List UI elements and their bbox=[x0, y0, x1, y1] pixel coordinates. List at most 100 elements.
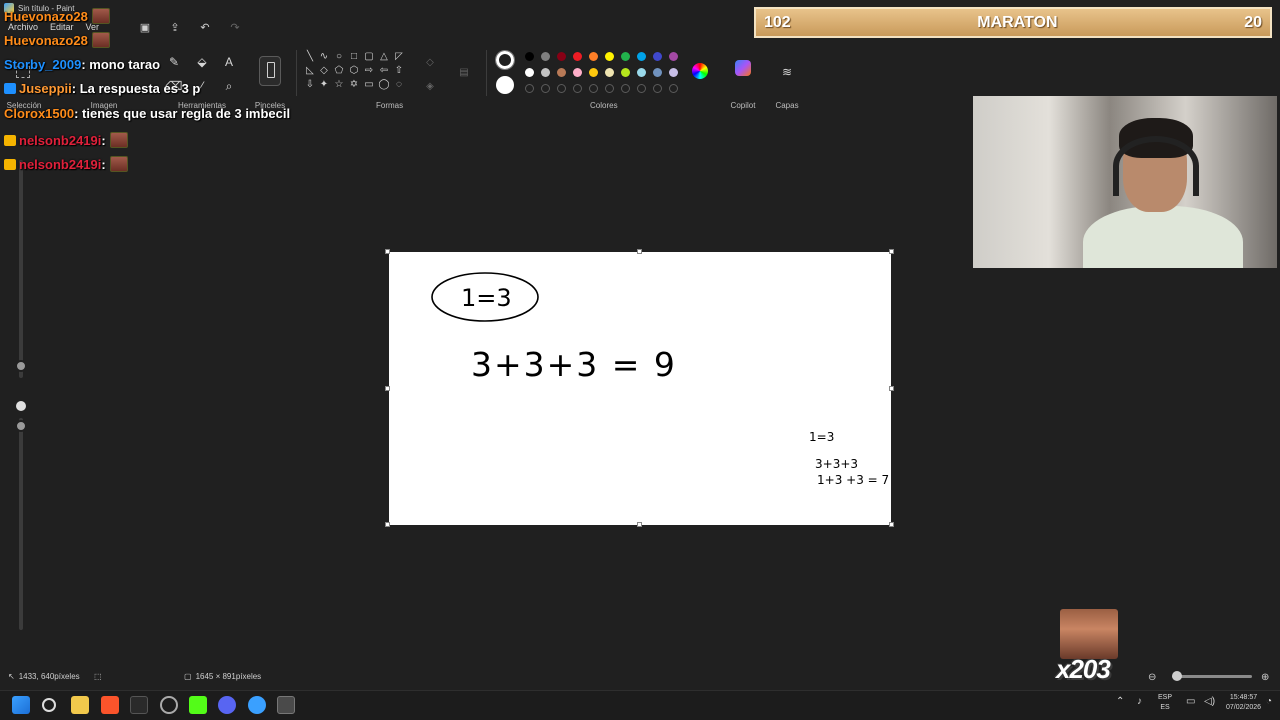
language-indicator[interactable]: ESP ES bbox=[1158, 693, 1172, 713]
palette-color-swatch[interactable] bbox=[525, 68, 534, 77]
zoom-in-icon[interactable]: ⊕ bbox=[1261, 672, 1269, 683]
edit-colors-icon[interactable] bbox=[692, 63, 708, 79]
palette-color-swatch[interactable] bbox=[557, 68, 566, 77]
custom-color-slot[interactable] bbox=[621, 84, 630, 93]
palette-color-swatch[interactable] bbox=[589, 52, 598, 61]
save-icon[interactable]: ▣ bbox=[138, 20, 152, 34]
resize-handle-bl[interactable] bbox=[385, 522, 390, 527]
kick-icon[interactable] bbox=[189, 696, 207, 714]
hexagon-shape-icon[interactable]: ⬡ bbox=[348, 64, 360, 76]
file-explorer-icon[interactable] bbox=[71, 696, 89, 714]
custom-color-slot[interactable] bbox=[541, 84, 550, 93]
palette-color-swatch[interactable] bbox=[653, 52, 662, 61]
resize-handle-tr[interactable] bbox=[889, 249, 894, 254]
text-icon[interactable]: A bbox=[221, 54, 237, 70]
color2-swatch[interactable] bbox=[496, 76, 514, 94]
chat-username[interactable]: Storby_2009 bbox=[4, 57, 81, 72]
polygon-shape-icon[interactable]: △ bbox=[378, 50, 390, 62]
outline-icon[interactable]: ◇ bbox=[424, 56, 436, 68]
custom-color-slot[interactable] bbox=[653, 84, 662, 93]
share-icon[interactable]: ⇪ bbox=[168, 20, 182, 34]
copilot-icon[interactable] bbox=[735, 60, 751, 76]
zoom-slider-knob[interactable] bbox=[1172, 671, 1182, 681]
palette-color-swatch[interactable] bbox=[573, 68, 582, 77]
star4-shape-icon[interactable]: ✦ bbox=[318, 78, 330, 90]
resize-handle-bottom[interactable] bbox=[637, 522, 642, 527]
microphone-icon[interactable]: ♪ bbox=[1137, 697, 1142, 707]
custom-color-slot[interactable] bbox=[669, 84, 678, 93]
custom-color-slot[interactable] bbox=[605, 84, 614, 93]
oval-shape-icon[interactable]: ○ bbox=[333, 50, 345, 62]
palette-color-swatch[interactable] bbox=[637, 68, 646, 77]
discord-icon[interactable] bbox=[218, 696, 236, 714]
resize-handle-top[interactable] bbox=[637, 249, 642, 254]
opacity-knob[interactable] bbox=[15, 420, 27, 432]
arrow-down-shape-icon[interactable]: ⇩ bbox=[304, 78, 316, 90]
undo-icon[interactable]: ↶ bbox=[198, 20, 212, 34]
pencil-icon[interactable]: ✎ bbox=[166, 54, 182, 70]
pentagon-shape-icon[interactable]: ⬠ bbox=[333, 64, 345, 76]
palette-color-swatch[interactable] bbox=[621, 52, 630, 61]
custom-color-slot[interactable] bbox=[589, 84, 598, 93]
palette-color-swatch[interactable] bbox=[669, 52, 678, 61]
custom-color-slot[interactable] bbox=[573, 84, 582, 93]
clock[interactable]: 15:48:57 07/02/2026 bbox=[1226, 693, 1261, 713]
shape-options-icon[interactable]: ▤ bbox=[458, 66, 470, 78]
chat-username[interactable]: Huevonazo28 bbox=[4, 9, 88, 24]
zoom-slider[interactable] bbox=[1172, 675, 1252, 678]
triangle-shape-icon[interactable]: ◸ bbox=[393, 50, 405, 62]
brush-size-slider[interactable] bbox=[19, 160, 23, 378]
resize-handle-right[interactable] bbox=[889, 386, 894, 391]
magnifier-icon[interactable]: ⌕ bbox=[221, 78, 237, 94]
line-shape-icon[interactable]: ╲ bbox=[304, 50, 316, 62]
redo-icon[interactable]: ↷ bbox=[228, 20, 242, 34]
right-triangle-shape-icon[interactable]: ◺ bbox=[304, 64, 316, 76]
chat-username[interactable]: Clorox1500 bbox=[4, 106, 74, 121]
zoom-out-icon[interactable]: ⊖ bbox=[1148, 672, 1156, 683]
drawing-canvas[interactable]: 1=3 3+3+3 = 9 1=3 3+3+3 1+3 +3 = 7 bbox=[389, 252, 891, 525]
arrow-right-shape-icon[interactable]: ⇨ bbox=[363, 64, 375, 76]
palette-color-swatch[interactable] bbox=[557, 52, 566, 61]
network-icon[interactable]: ▭ bbox=[1186, 697, 1195, 707]
resize-handle-tl[interactable] bbox=[385, 249, 390, 254]
group-copilot[interactable]: Copilot bbox=[726, 48, 760, 110]
group-layers[interactable]: ≋ Capas bbox=[770, 48, 804, 110]
palette-color-swatch[interactable] bbox=[605, 68, 614, 77]
palette-color-swatch[interactable] bbox=[589, 68, 598, 77]
rectangle-shape-icon[interactable]: □ bbox=[348, 50, 360, 62]
callout-cloud-shape-icon[interactable]: ◌ bbox=[393, 78, 405, 90]
terminal-icon[interactable] bbox=[130, 696, 148, 714]
opacity-slider[interactable] bbox=[19, 418, 23, 630]
palette-color-swatch[interactable] bbox=[605, 52, 614, 61]
callout-oval-shape-icon[interactable]: ◯ bbox=[378, 78, 390, 90]
custom-color-slot[interactable] bbox=[637, 84, 646, 93]
arrow-up-shape-icon[interactable]: ⇧ bbox=[393, 64, 405, 76]
palette-color-swatch[interactable] bbox=[637, 52, 646, 61]
chat-username[interactable]: nelsonb2419i bbox=[19, 133, 101, 148]
fill-shape-icon[interactable]: ◈ bbox=[424, 80, 436, 92]
palette-color-swatch[interactable] bbox=[541, 52, 550, 61]
resize-handle-left[interactable] bbox=[385, 386, 390, 391]
windows-start-icon[interactable] bbox=[12, 696, 30, 714]
calculator-icon[interactable] bbox=[277, 696, 295, 714]
palette-color-swatch[interactable] bbox=[541, 68, 550, 77]
arrow-left-shape-icon[interactable]: ⇦ bbox=[378, 64, 390, 76]
layers-icon[interactable]: ≋ bbox=[779, 64, 795, 80]
rounded-rect-shape-icon[interactable]: ▢ bbox=[363, 50, 375, 62]
volume-icon[interactable]: ◁) bbox=[1204, 697, 1215, 707]
fill-icon[interactable]: ⬙ bbox=[194, 54, 210, 70]
paint-taskbar-icon[interactable] bbox=[248, 696, 266, 714]
palette-color-swatch[interactable] bbox=[621, 68, 630, 77]
notifications-icon[interactable]: ◔ bbox=[1266, 697, 1272, 707]
brave-browser-icon[interactable] bbox=[101, 696, 119, 714]
custom-color-slot[interactable] bbox=[525, 84, 534, 93]
callout-rect-shape-icon[interactable]: ▭ bbox=[363, 78, 375, 90]
chat-username[interactable]: nelsonb2419i bbox=[19, 157, 101, 172]
search-icon[interactable] bbox=[42, 698, 56, 712]
star6-shape-icon[interactable]: ✡ bbox=[348, 78, 360, 90]
palette-color-swatch[interactable] bbox=[525, 52, 534, 61]
chat-username[interactable]: Huevonazo28 bbox=[4, 33, 88, 48]
brushes-button[interactable] bbox=[259, 56, 281, 86]
chat-username[interactable]: Juseppii bbox=[19, 81, 72, 96]
resize-handle-br[interactable] bbox=[889, 522, 894, 527]
